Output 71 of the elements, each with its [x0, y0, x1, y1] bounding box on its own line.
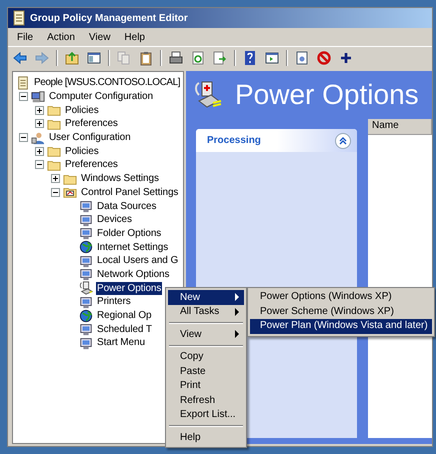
tree-item[interactable]: Power Options: [96, 282, 162, 295]
collapse-toggle[interactable]: [19, 133, 28, 142]
menu-item[interactable]: Help: [168, 430, 244, 444]
tree-item[interactable]: Data Sources: [96, 200, 158, 213]
panel-title: Processing: [207, 135, 261, 146]
tree-item[interactable]: Windows Settings: [80, 172, 160, 186]
tree-item[interactable]: Local Users and G: [96, 254, 180, 268]
tree-item[interactable]: Policies: [64, 144, 100, 158]
tree-item[interactable]: Preferences: [64, 158, 119, 172]
expand-toggle[interactable]: [35, 146, 44, 156]
export-icon[interactable]: [212, 50, 228, 66]
tree-item[interactable]: User Configuration: [48, 131, 132, 144]
expand-toggle[interactable]: [51, 174, 60, 184]
menu-item[interactable]: Refresh: [168, 393, 244, 408]
globe-icon: [79, 240, 93, 254]
tree-item[interactable]: Network Options: [96, 268, 170, 281]
tree-item[interactable]: Control Panel Settings: [80, 186, 180, 199]
expand-toggle[interactable]: [35, 106, 44, 115]
menu-item[interactable]: Paste: [168, 364, 244, 378]
submenu-arrow-icon: [235, 330, 239, 338]
tree-item[interactable]: Devices: [96, 213, 133, 226]
tree-item[interactable]: Start Menu: [96, 336, 146, 350]
page-title: Power Options: [235, 79, 419, 111]
menu-item[interactable]: Power Scheme (Windows XP): [250, 304, 432, 319]
menu-item[interactable]: All Tasks: [168, 304, 244, 319]
plus-icon[interactable]: [338, 50, 354, 66]
menu-item[interactable]: Export List...: [168, 408, 244, 422]
tree-item[interactable]: Policies: [64, 104, 100, 117]
window-icon[interactable]: [86, 50, 102, 66]
folder-icon: [63, 185, 77, 200]
menu-item[interactable]: View: [82, 32, 118, 42]
menu-item[interactable]: New: [168, 290, 244, 304]
tree-item[interactable]: Regional Op: [96, 309, 152, 322]
arrow-left-icon[interactable]: [12, 50, 28, 66]
tree-item[interactable]: Folder Options: [96, 226, 162, 240]
globe-icon: [79, 308, 93, 323]
menu-item[interactable]: File: [10, 32, 40, 42]
plug-icon: [79, 281, 93, 296]
folder-icon: [47, 103, 61, 118]
computer-icon: [31, 90, 45, 104]
folder-icon: [47, 144, 61, 158]
window-icon[interactable]: [264, 50, 280, 66]
tree-item[interactable]: Scheduled T: [96, 322, 153, 336]
user-icon: [31, 130, 45, 145]
collapse-toggle[interactable]: [19, 92, 28, 102]
printer-icon[interactable]: [168, 50, 184, 66]
tree-item[interactable]: Internet Settings: [96, 240, 170, 254]
expand-toggle[interactable]: [35, 119, 44, 128]
tree-item[interactable]: Preferences: [64, 117, 119, 130]
menu-item[interactable]: View: [168, 327, 244, 342]
tree-item[interactable]: People [WSUS.CONTOSO.LOCAL]: [33, 76, 182, 90]
stop-icon[interactable]: [316, 50, 332, 66]
menu-item[interactable]: Power Plan (Windows Vista and later): [250, 319, 432, 334]
scroll-icon: [16, 76, 30, 90]
document-icon[interactable]: [294, 50, 310, 66]
clipboard-icon[interactable]: [138, 50, 154, 66]
collapse-toggle[interactable]: [35, 160, 44, 170]
menu-item[interactable]: Print: [168, 378, 244, 393]
tree-item[interactable]: Computer Configuration: [48, 90, 154, 104]
window-title: Group Policy Management Editor: [30, 12, 188, 24]
column-header[interactable]: Name: [368, 119, 432, 134]
menu-item[interactable]: Help: [117, 32, 152, 42]
menu-item[interactable]: Action: [40, 32, 82, 42]
help-icon[interactable]: [242, 50, 258, 66]
collapse-button[interactable]: [335, 132, 351, 148]
tree-item[interactable]: Printers: [96, 295, 132, 308]
menu-item[interactable]: Power Options (Windows XP): [250, 290, 432, 304]
menu-item[interactable]: Copy: [168, 350, 244, 364]
collapse-toggle[interactable]: [51, 188, 60, 197]
scroll-icon: [12, 10, 26, 26]
double-chevron-icon: [338, 136, 348, 146]
